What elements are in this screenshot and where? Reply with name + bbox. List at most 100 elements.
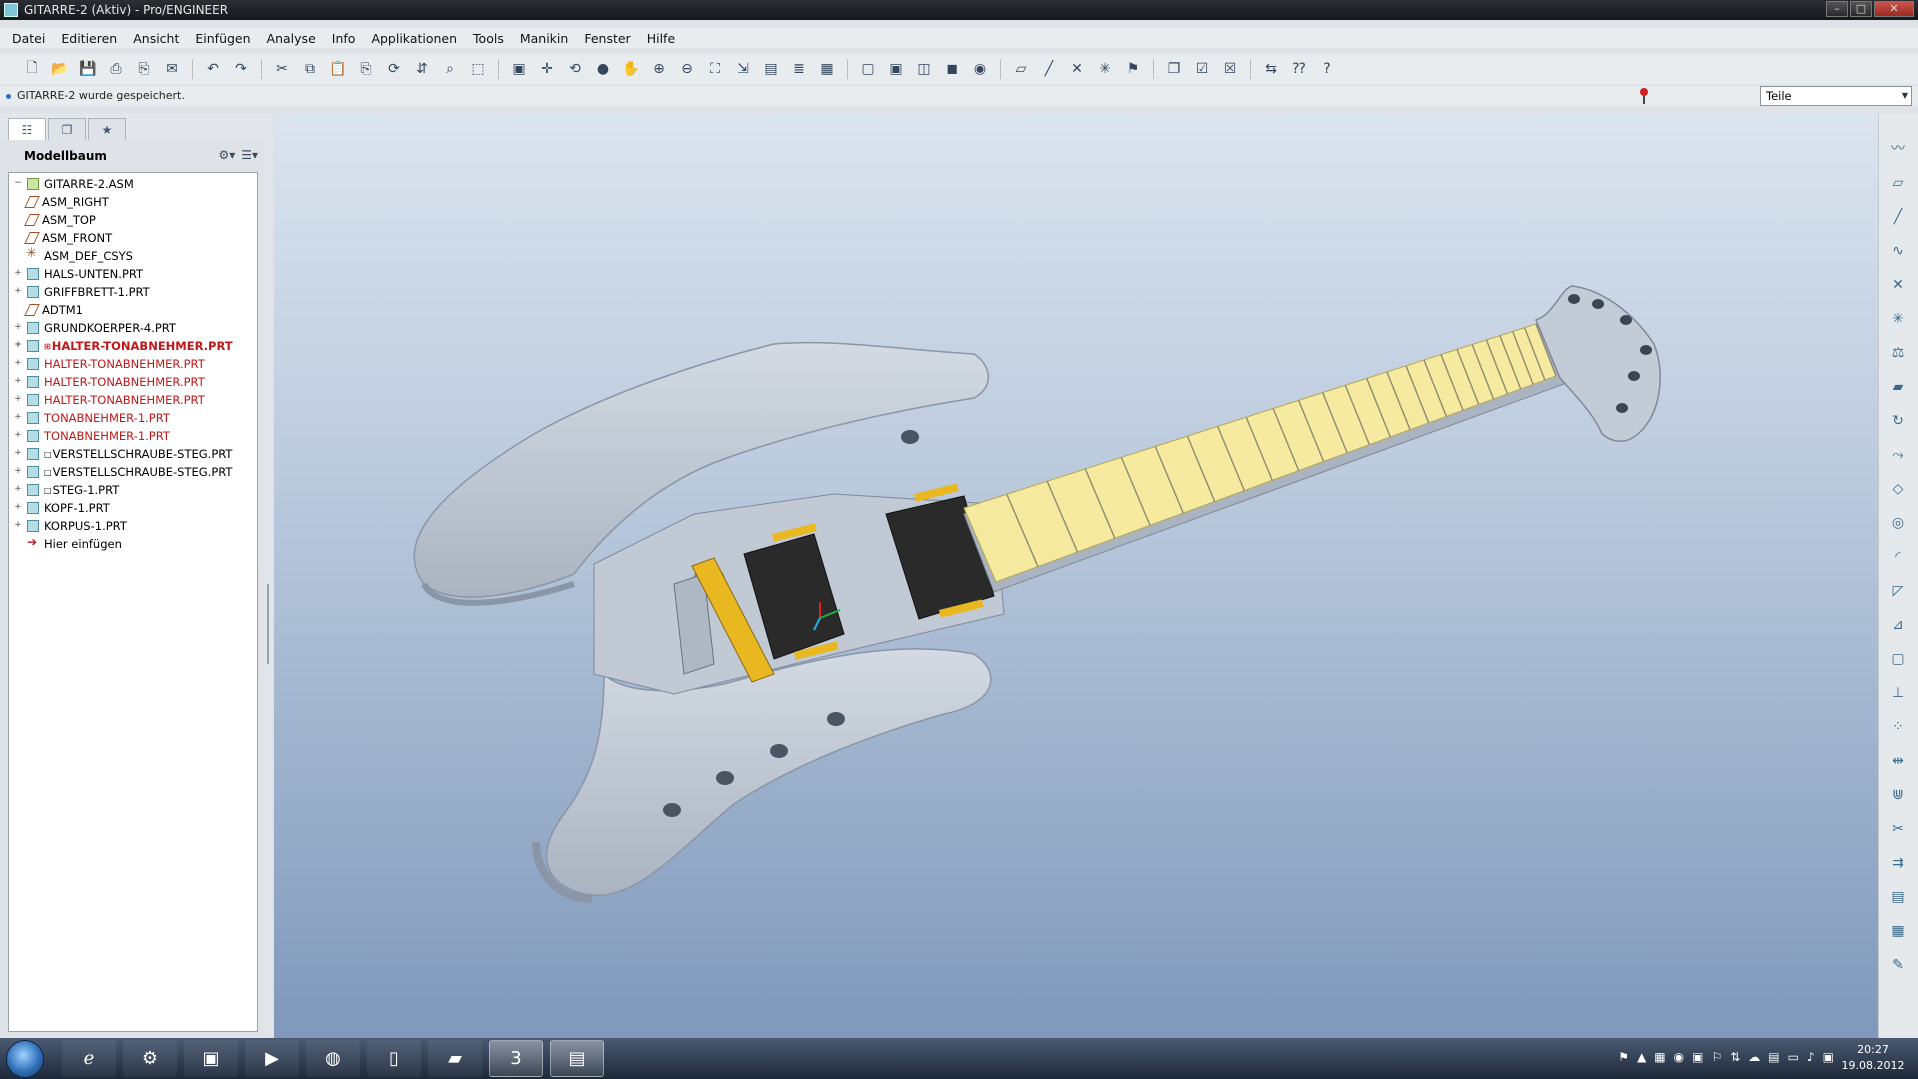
csys-icon[interactable]: ✳ [1887, 308, 1909, 330]
tray-2-icon[interactable]: ▲ [1637, 1050, 1646, 1064]
hole-icon[interactable]: ◎ [1887, 512, 1909, 534]
merge-icon[interactable]: ⋓ [1887, 784, 1909, 806]
rib-icon[interactable]: ⊥ [1887, 682, 1909, 704]
save-icon[interactable]: 💾 [77, 58, 99, 80]
find-icon[interactable]: ⌕ [439, 58, 461, 80]
menu-fenster[interactable]: Fenster [576, 31, 638, 46]
app3-icon[interactable]: 3 [489, 1040, 543, 1077]
expand-icon[interactable]: + [13, 323, 23, 333]
analysis-icon[interactable]: ⚖ [1887, 342, 1909, 364]
proe-icon[interactable]: ⚙ [123, 1040, 177, 1077]
minimize-icon[interactable]: – [1826, 1, 1848, 17]
tree-item[interactable]: ASM_TOP [9, 211, 257, 229]
start-button[interactable] [6, 1040, 44, 1078]
close-icon[interactable]: ✕ [1874, 1, 1914, 17]
revolve-icon[interactable]: ↻ [1887, 410, 1909, 432]
mirror-icon[interactable]: ⇹ [1887, 750, 1909, 772]
regenerate-icon[interactable]: ⟳ [383, 58, 405, 80]
sweep-icon[interactable]: ⤳ [1887, 444, 1909, 466]
selection-filter[interactable]: Teile ▼ [1760, 86, 1912, 106]
tree-item[interactable]: + □ VERSTELLSCHRAUBE-STEG.PRT [9, 463, 257, 481]
menu-hilfe[interactable]: Hilfe [639, 31, 683, 46]
shading-icon[interactable]: ◼ [941, 58, 963, 80]
tree-item[interactable]: + HALS-UNTEN.PRT [9, 265, 257, 283]
csys-icon[interactable]: ✳ [1094, 58, 1116, 80]
tray-5-icon[interactable]: ▣ [1692, 1050, 1703, 1064]
expand-icon[interactable]: + [13, 359, 23, 369]
expand-icon[interactable]: + [13, 395, 23, 405]
expand-icon[interactable]: + [13, 377, 23, 387]
undo-icon[interactable]: ↶ [202, 58, 224, 80]
tree-item[interactable]: + ⊞ HALTER-TONABNEHMER.PRT [9, 337, 257, 355]
open-icon[interactable]: 📂 [49, 58, 71, 80]
tray-12-icon[interactable]: ▣ [1823, 1050, 1834, 1064]
extrude-icon[interactable]: ▰ [1887, 376, 1909, 398]
tray-4-icon[interactable]: ◉ [1674, 1050, 1684, 1064]
tree-item[interactable]: + HALTER-TONABNEHMER.PRT [9, 355, 257, 373]
expand-icon[interactable]: + [13, 521, 23, 531]
flip-icon[interactable]: ⇆ [1260, 58, 1282, 80]
tree-item[interactable]: ASM_RIGHT [9, 193, 257, 211]
plane-icon[interactable]: ▱ [1887, 172, 1909, 194]
paste-icon[interactable]: 📋 [327, 58, 349, 80]
menu-applikationen[interactable]: Applikationen [363, 31, 465, 46]
paste-special-icon[interactable]: ⎘ [355, 58, 377, 80]
new-icon[interactable]: 🗋 [21, 58, 43, 80]
firefox-icon[interactable]: ◍ [306, 1040, 360, 1077]
tree-item[interactable]: + KORPUS-1.PRT [9, 517, 257, 535]
media-player-icon[interactable]: ▶ [245, 1040, 299, 1077]
activate-icon[interactable]: ☑ [1191, 58, 1213, 80]
menu-info[interactable]: Info [324, 31, 364, 46]
datum-points-icon[interactable]: ✕ [1066, 58, 1088, 80]
menu-editieren[interactable]: Editieren [53, 31, 125, 46]
repaint-icon[interactable]: ▣ [508, 58, 530, 80]
close-window-icon[interactable]: ☒ [1219, 58, 1241, 80]
round-icon[interactable]: ◜ [1887, 546, 1909, 568]
tree-item[interactable]: + HALTER-TONABNEHMER.PRT [9, 391, 257, 409]
settings-icon[interactable]: ⚙▾ [218, 148, 235, 162]
tree-item[interactable]: + TONABNEHMER-1.PRT [9, 409, 257, 427]
tree-item[interactable]: + HALTER-TONABNEHMER.PRT [9, 373, 257, 391]
layers-icon[interactable]: ≣ [788, 58, 810, 80]
print-preview-icon[interactable]: ⎘ [133, 58, 155, 80]
zoom-in-icon[interactable]: ⊕ [648, 58, 670, 80]
menu-einf-gen[interactable]: Einfügen [187, 31, 258, 46]
reorient-icon[interactable]: ⇲ [732, 58, 754, 80]
tree-item[interactable]: + KOPF-1.PRT [9, 499, 257, 517]
tray-3-icon[interactable]: ▦ [1654, 1050, 1665, 1064]
expand-icon[interactable]: + [13, 431, 23, 441]
expand-icon[interactable]: + [13, 269, 23, 279]
tree-item[interactable]: ASM_FRONT [9, 229, 257, 247]
panel-splitter[interactable] [264, 114, 272, 1034]
email-icon[interactable]: ✉ [161, 58, 183, 80]
annotations-icon[interactable]: ⚑ [1122, 58, 1144, 80]
datum-planes-icon[interactable]: ▱ [1010, 58, 1032, 80]
expand-icon[interactable]: + [13, 287, 23, 297]
pan-icon[interactable]: ✋ [620, 58, 642, 80]
document-icon[interactable]: ▯ [367, 1040, 421, 1077]
explorer-window-icon[interactable]: ▣ [184, 1040, 238, 1077]
trim-icon[interactable]: ✂ [1887, 818, 1909, 840]
hidden-line-icon[interactable]: ▣ [885, 58, 907, 80]
print-icon[interactable]: ⎙ [105, 58, 127, 80]
splitter-grip[interactable] [267, 584, 269, 664]
volume-icon[interactable]: ♪ [1807, 1050, 1815, 1064]
draft-icon[interactable]: ⊿ [1887, 614, 1909, 636]
curve-icon[interactable]: ∿ [1887, 240, 1909, 262]
tree-item[interactable]: + GRUNDKOERPER-4.PRT [9, 319, 257, 337]
expand-icon[interactable]: + [13, 341, 23, 351]
expand-icon[interactable]: + [13, 503, 23, 513]
view-manager-icon[interactable]: ▦ [816, 58, 838, 80]
whats-this-icon[interactable]: ? [1316, 58, 1338, 80]
expand-icon[interactable]: + [13, 485, 23, 495]
tree-item[interactable]: − GITARRE-2.ASM [9, 175, 257, 193]
display-style-icon[interactable]: ● [592, 58, 614, 80]
expand-icon[interactable]: + [13, 413, 23, 423]
expand-icon[interactable]: + [13, 467, 23, 477]
favorites-icon[interactable]: ★ [88, 118, 126, 140]
tray-10-icon[interactable]: ▭ [1788, 1050, 1799, 1064]
clock[interactable]: 20:27 19.08.2012 [1838, 1042, 1908, 1074]
expand-icon[interactable]: − [13, 179, 23, 189]
tree-item[interactable]: ASM_DEF_CSYS [9, 246, 257, 265]
refit-icon[interactable]: ⛶ [704, 58, 726, 80]
